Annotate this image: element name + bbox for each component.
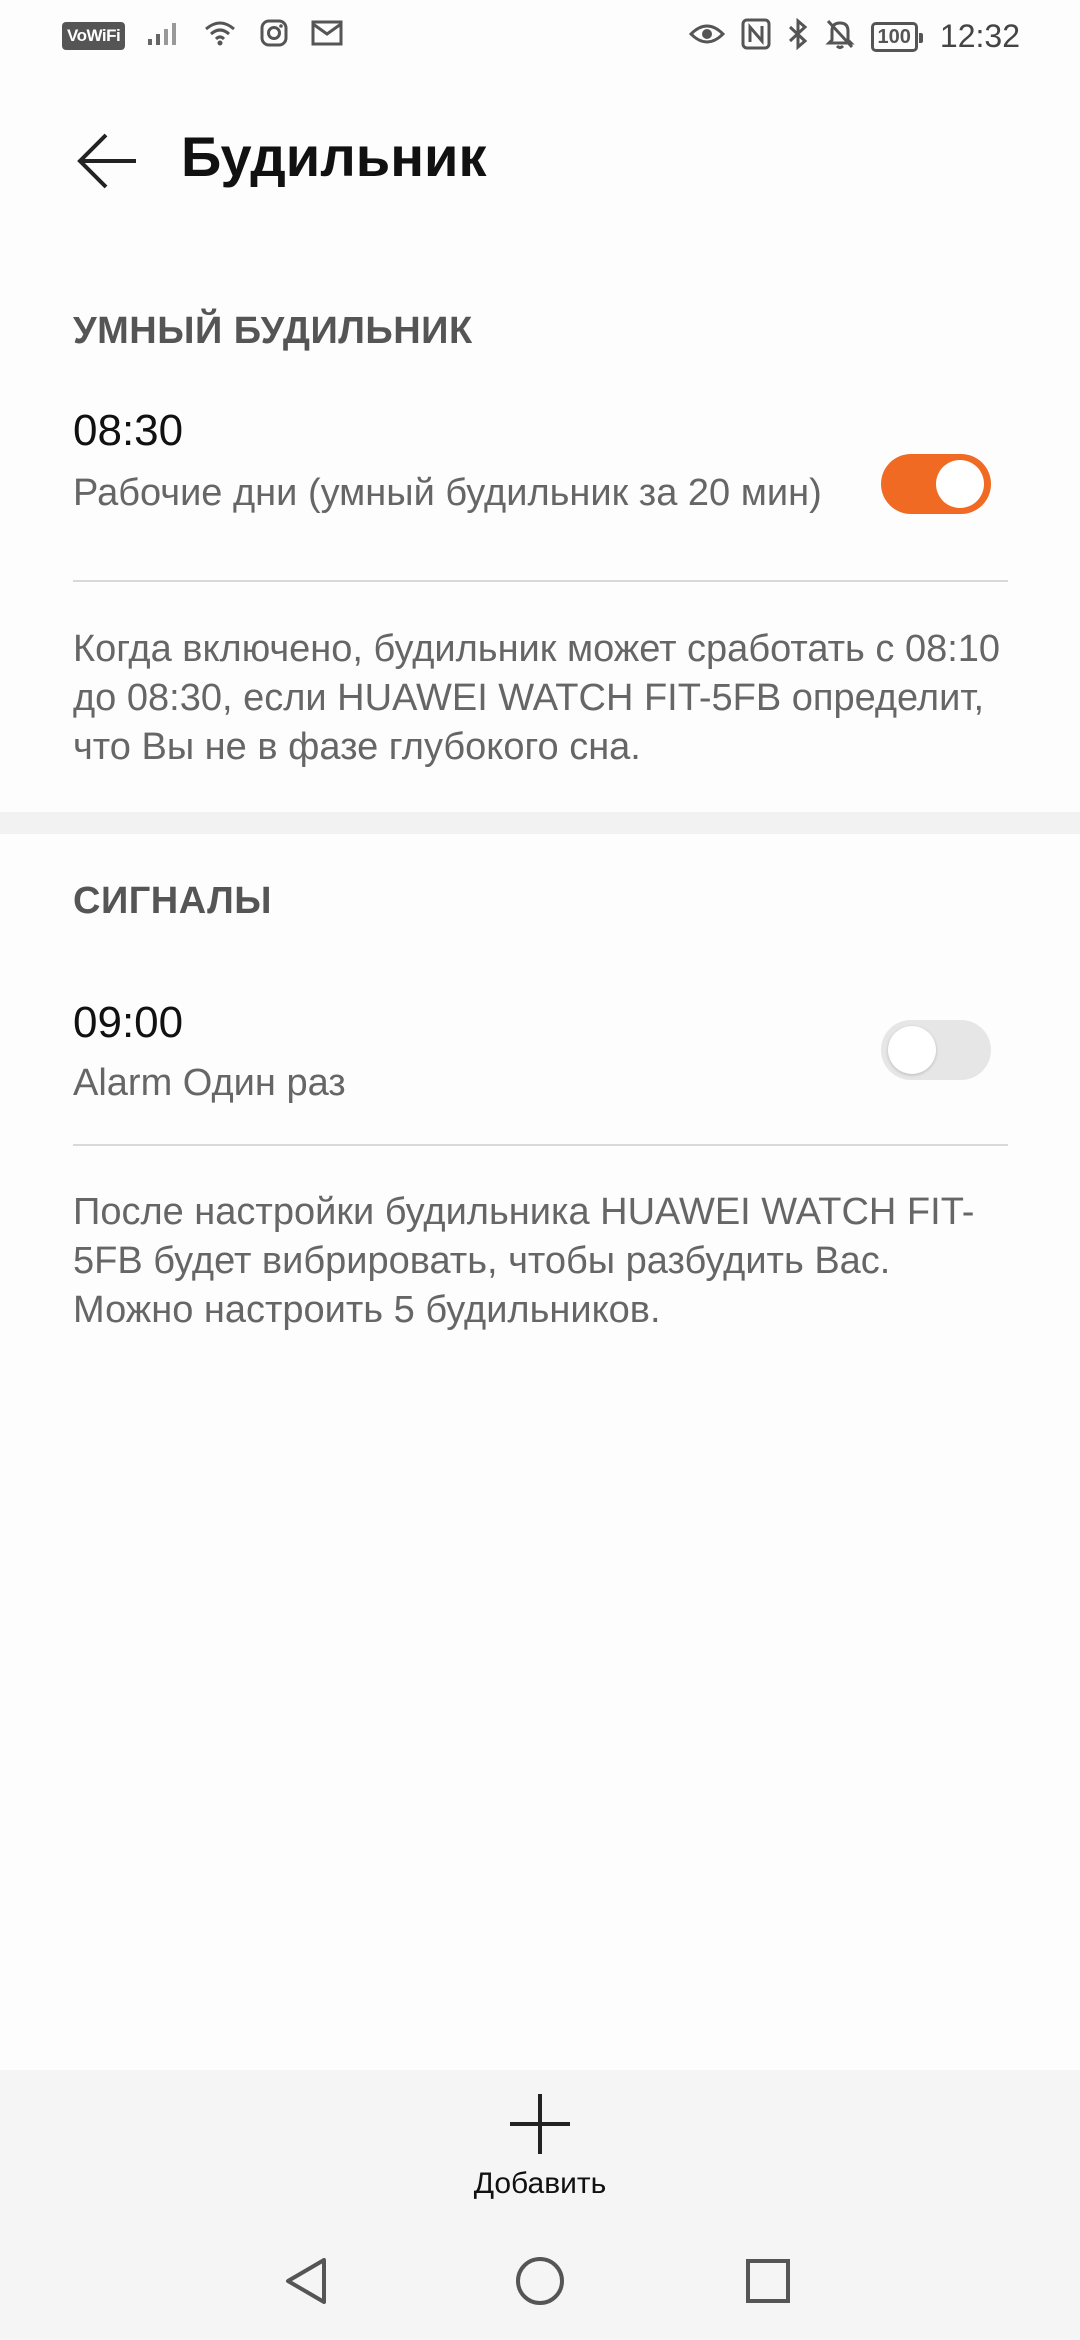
mail-icon (311, 20, 343, 51)
alarm-time: 09:00 (73, 998, 184, 1047)
status-bar-right: 100 12:32 (688, 17, 1020, 55)
square-recents-icon (746, 2259, 790, 2303)
add-alarm-button[interactable]: Добавить (460, 2092, 620, 2222)
status-bar-left: VoWiFi (62, 18, 343, 53)
bluetooth-icon (787, 17, 809, 55)
bell-off-icon (824, 18, 855, 55)
section-header-signals: СИГНАЛЫ (73, 880, 273, 922)
alarm-description: Alarm Один раз (73, 1062, 346, 1104)
divider (73, 1144, 1008, 1146)
plus-icon (510, 2094, 570, 2154)
page-title: Будильник (181, 125, 487, 188)
vowifi-icon: VoWiFi (62, 21, 126, 50)
signal-alarm-toggle[interactable] (881, 1020, 991, 1080)
arrow-left-icon (77, 133, 136, 189)
nav-home-button[interactable] (505, 2246, 575, 2316)
toggle-knob (936, 460, 984, 508)
instagram-icon (259, 18, 289, 53)
wifi-icon (203, 19, 237, 52)
triangle-back-icon (286, 2258, 326, 2304)
nfc-icon (741, 18, 771, 55)
signals-note: После настройки будильника HUAWEI WATCH … (73, 1191, 975, 1331)
status-clock: 12:32 (939, 18, 1020, 54)
smart-alarm-note: Когда включено, будильник может сработат… (73, 628, 1001, 768)
eye-icon (688, 21, 725, 52)
back-button[interactable] (70, 126, 146, 196)
toggle-knob (888, 1026, 936, 1074)
section-header-smart-alarm: УМНЫЙ БУДИЛЬНИК (73, 310, 473, 352)
divider (73, 580, 1008, 582)
signal-icon (147, 19, 181, 52)
nav-recents-button[interactable] (733, 2246, 803, 2316)
battery-icon: 100 (870, 21, 924, 52)
add-alarm-label: Добавить (473, 2167, 607, 2200)
alarm-description: Рабочие дни (умный будильник за 20 мин) (73, 472, 822, 514)
section-separator (0, 812, 1080, 834)
alarm-time: 08:30 (73, 406, 184, 455)
nav-back-button[interactable] (272, 2246, 342, 2316)
smart-alarm-toggle[interactable] (881, 454, 991, 514)
status-bar: VoWiFi 100 12:32 (0, 0, 1080, 78)
system-nav-bar (0, 2220, 1080, 2340)
circle-home-icon (516, 2257, 564, 2305)
